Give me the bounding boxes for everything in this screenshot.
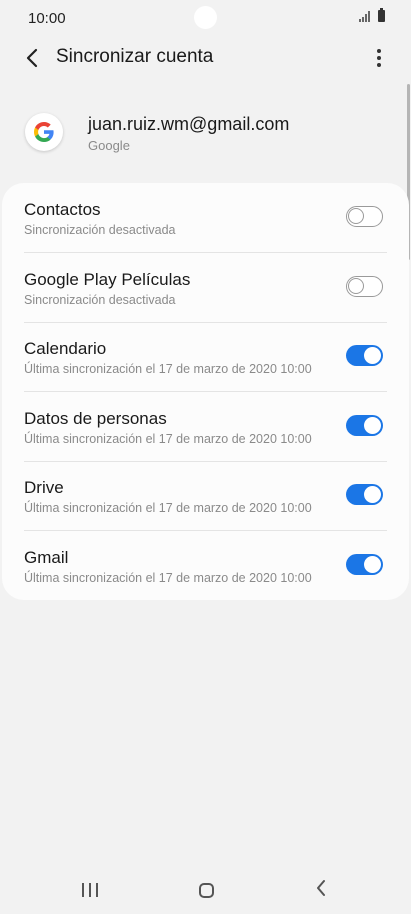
home-icon (198, 882, 214, 898)
sync-toggle[interactable] (346, 484, 383, 505)
account-header: juan.ruiz.wm@gmail.com Google (0, 104, 411, 164)
sync-item-datos-de-personas[interactable]: Datos de personas Última sincronización … (2, 392, 409, 462)
sync-item-status: Sincronización desactivada (24, 223, 176, 237)
sync-toggle[interactable] (346, 276, 383, 297)
sync-item-status: Última sincronización el 17 de marzo de … (24, 432, 312, 446)
sync-toggle[interactable] (346, 415, 383, 436)
sync-item-status: Sincronización desactivada (24, 293, 176, 307)
sync-item-google-play-peliculas[interactable]: Google Play Películas Sincronización des… (2, 253, 409, 323)
sync-item-title: Datos de personas (24, 409, 167, 428)
account-email: juan.ruiz.wm@gmail.com (88, 114, 290, 134)
sync-toggle[interactable] (346, 206, 383, 227)
sync-item-title: Drive (24, 478, 64, 497)
status-bar: 10:00 (0, 0, 411, 36)
sync-item-title: Contactos (24, 200, 101, 219)
sync-item-drive[interactable]: Drive Última sincronización el 17 de mar… (2, 461, 409, 531)
sync-item-status: Última sincronización el 17 de marzo de … (24, 362, 312, 376)
sync-item-calendario[interactable]: Calendario Última sincronización el 17 d… (2, 322, 409, 392)
back-arrow-icon[interactable] (18, 44, 46, 72)
recents-icon (82, 883, 98, 897)
navigation-bar (0, 866, 411, 914)
app-bar: Sincronizar cuenta (0, 36, 411, 80)
sync-item-contactos[interactable]: Contactos Sincronización desactivada (2, 183, 409, 253)
account-type: Google (88, 138, 130, 153)
sync-item-title: Calendario (24, 339, 107, 358)
status-icons (359, 8, 385, 22)
home-button[interactable] (186, 876, 226, 904)
sync-item-title: Gmail (24, 548, 69, 567)
google-logo-icon (25, 113, 63, 151)
sync-item-gmail[interactable]: Gmail Última sincronización el 17 de mar… (2, 531, 409, 601)
sync-item-status: Última sincronización el 17 de marzo de … (24, 501, 312, 515)
sync-item-title: Google Play Películas (24, 270, 191, 289)
sync-item-status: Última sincronización el 17 de marzo de … (24, 571, 312, 585)
nav-back-icon (315, 879, 327, 902)
camera-cutout (194, 6, 217, 29)
battery-icon (378, 8, 385, 22)
sync-toggle[interactable] (346, 345, 383, 366)
sync-toggle[interactable] (346, 554, 383, 575)
nav-back-button[interactable] (301, 876, 341, 904)
recents-button[interactable] (70, 876, 110, 904)
status-time: 10:00 (28, 10, 66, 27)
sync-list: Contactos Sincronización desactivada Goo… (2, 183, 409, 600)
page-title: Sincronizar cuenta (56, 46, 214, 67)
signal-icon (359, 10, 373, 22)
more-vert-icon[interactable] (365, 44, 393, 72)
